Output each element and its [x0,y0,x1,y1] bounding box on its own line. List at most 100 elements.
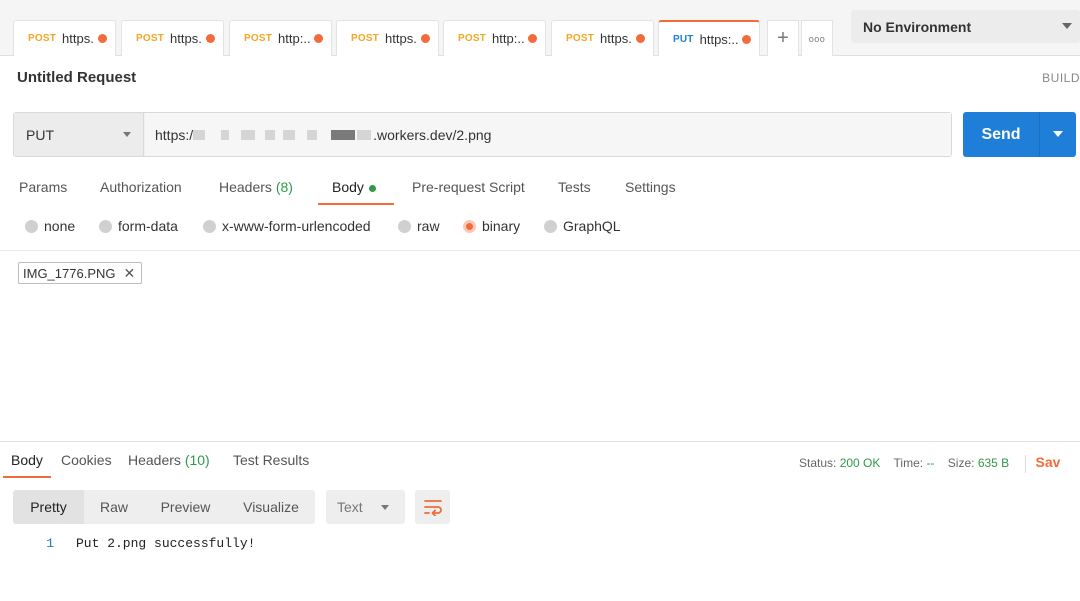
radio-circle-icon [203,219,216,233]
radio-label: form-data [118,218,178,234]
tab-options-button[interactable]: ooo [801,20,833,56]
radio-form-data[interactable]: form-data [99,218,178,234]
response-divider[interactable] [0,441,1080,442]
radio-none[interactable]: none [25,218,75,234]
redacted-block [307,129,318,140]
tab-name: http:... [278,31,310,46]
view-raw-button[interactable]: Raw [84,490,144,524]
tab-authorization[interactable]: Authorization [100,179,182,195]
chevron-down-icon [381,505,389,510]
redacted-block [283,129,296,140]
size-value[interactable]: 635 B [978,456,1009,470]
unsaved-dot-icon [206,34,215,43]
chevron-down-icon [123,132,131,137]
response-status-bar: Status: 200 OK Time: -- Size: 635 B Sav [799,454,1060,473]
radio-circle-icon [25,219,38,233]
plus-icon: + [777,27,789,49]
url-bar: PUT https:/ .workers.dev/2.png [13,112,952,157]
unsaved-dot-icon [98,34,107,43]
response-tab-headers[interactable]: Headers (10) [128,452,210,468]
save-response-button[interactable]: Sav [1036,454,1061,470]
active-tab-underline [318,203,394,205]
request-tab-2[interactable]: POST https... [121,20,224,56]
redacted-block [357,129,372,140]
request-tab-active[interactable]: PUT https:... [658,20,760,56]
send-label: Send [981,125,1021,143]
redacted-block [265,129,276,140]
response-headers-count: (10) [184,452,210,468]
tab-tests[interactable]: Tests [558,179,591,195]
response-tab-cookies[interactable]: Cookies [61,452,112,468]
url-suffix: .workers.dev/2.png [373,126,492,143]
method-value: PUT [26,126,54,143]
section-divider [0,250,1080,251]
headers-count: (8) [275,179,293,195]
tab-params[interactable]: Params [19,179,67,195]
radio-label: raw [417,218,440,234]
request-tab-5[interactable]: POST http:... [443,20,546,56]
tab-settings[interactable]: Settings [625,179,676,195]
line-text[interactable]: Put 2.png successfully! [76,536,255,551]
view-visualize-button[interactable]: Visualize [227,490,315,524]
tab-name: https... [600,31,632,46]
radio-label: none [44,218,76,234]
unsaved-dot-icon [314,34,323,43]
radio-circle-icon [398,219,411,233]
redacted-block [241,129,256,140]
selected-file-chip[interactable]: IMG_1776.PNG ✕ [18,262,143,284]
tab-body-label: Body [332,179,364,195]
radio-urlencoded[interactable]: x-www-form-urlencoded [203,218,371,234]
request-tab-3[interactable]: POST http:... [229,20,332,56]
request-tab-6[interactable]: POST https... [551,20,654,56]
request-tab-1[interactable]: POST https... [13,20,116,56]
line-number: 1 [46,536,54,551]
request-tab-4[interactable]: POST https... [336,20,439,56]
tab-method: POST [351,33,380,44]
response-tab-test-results[interactable]: Test Results [233,452,309,468]
redacted-block [193,129,206,140]
radio-circle-icon [544,219,557,233]
status-label: Status: [799,456,837,470]
wrap-lines-button[interactable] [415,490,450,524]
environment-select[interactable]: No Environment [851,10,1080,43]
response-headers-label: Headers [128,452,181,468]
send-options-chevron-icon[interactable] [1053,131,1063,137]
tab-name: https... [62,31,94,46]
wrap-lines-icon [423,500,442,516]
method-select[interactable]: PUT [14,113,144,156]
redacted-block [331,129,356,140]
status-value[interactable]: 200 OK [840,456,881,470]
build-mode-label[interactable]: BUILD [1042,71,1080,85]
request-title[interactable]: Untitled Request [17,69,136,86]
tab-method: POST [28,33,57,44]
tab-method: POST [566,33,595,44]
unsaved-dot-icon [528,34,537,43]
url-prefix: https:/ [155,126,194,143]
tab-body[interactable]: Body [332,179,376,195]
response-format-select[interactable]: Text [326,490,405,524]
tab-name: https... [170,31,202,46]
request-tab-bar: POST https... POST https... POST http:..… [0,0,1080,56]
radio-binary[interactable]: binary [463,218,520,234]
radio-label: x-www-form-urlencoded [222,218,371,234]
radio-raw[interactable]: raw [398,218,440,234]
chevron-down-icon [1062,23,1072,29]
url-input[interactable]: https:/ .workers.dev/2.png [145,113,951,156]
request-config-tabs: Params Authorization Headers (8) Body Pr… [0,170,700,206]
time-value[interactable]: -- [926,456,934,470]
radio-graphql[interactable]: GraphQL [544,218,621,234]
unsaved-dot-icon [636,34,645,43]
tab-method: POST [244,33,273,44]
view-preview-button[interactable]: Preview [144,490,227,524]
new-tab-button[interactable]: + [767,20,799,56]
view-pretty-button[interactable]: Pretty [13,490,84,524]
tab-headers-label: Headers [219,179,272,195]
close-icon[interactable]: ✕ [124,265,136,282]
tab-method: POST [458,33,487,44]
tab-name: https:... [699,31,738,47]
send-button[interactable]: Send [963,112,1076,157]
tab-prerequest-script[interactable]: Pre-request Script [412,179,525,195]
tab-name: https... [385,31,417,46]
response-tab-body[interactable]: Body [11,452,43,468]
tab-headers[interactable]: Headers (8) [219,179,293,195]
